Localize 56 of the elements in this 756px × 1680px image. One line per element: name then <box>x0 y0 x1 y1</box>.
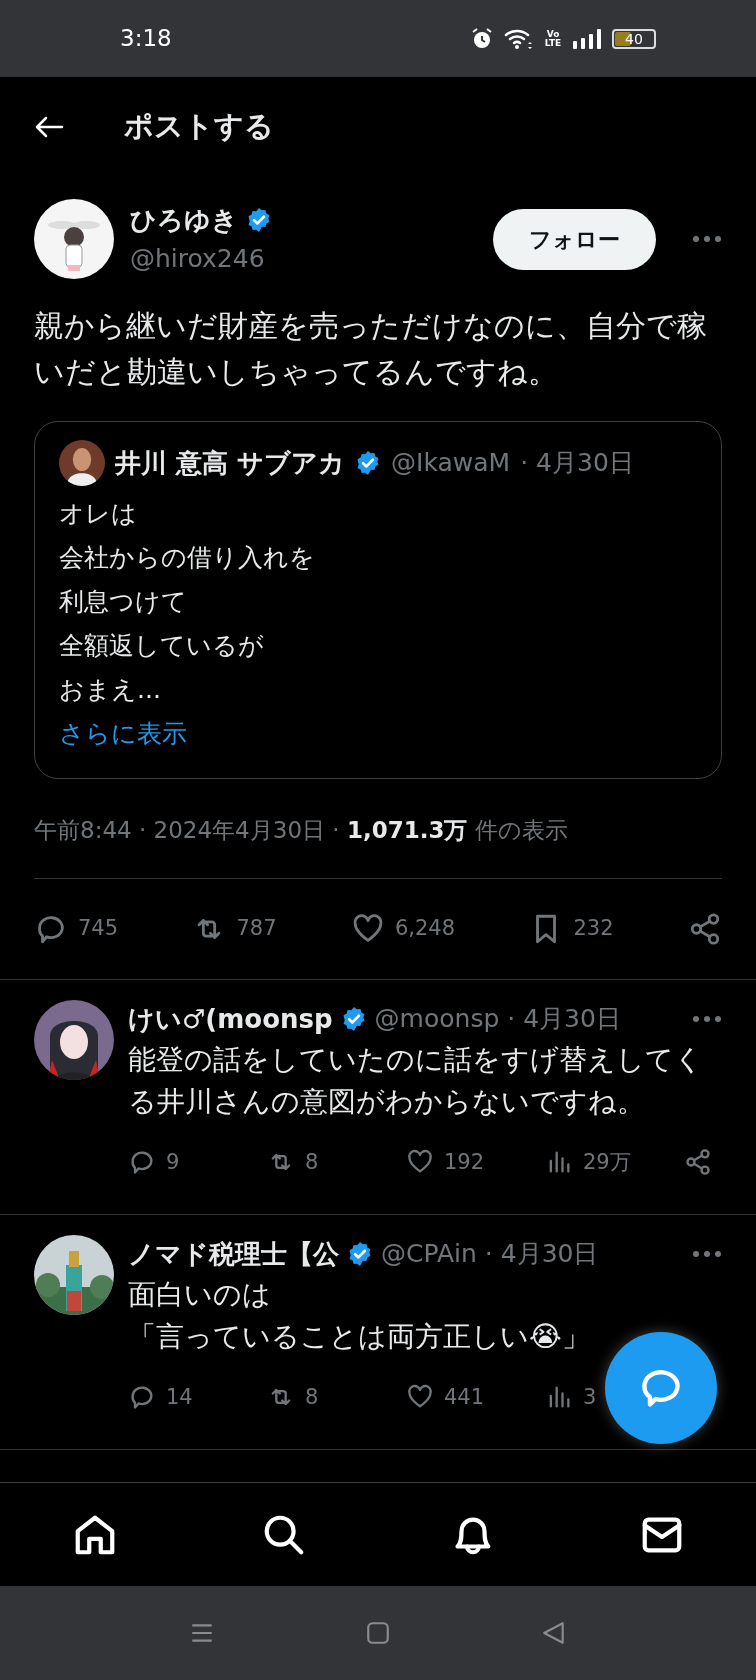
views-button[interactable]: 3 <box>545 1381 597 1413</box>
reply-text-line: 能登の話をしていたのに話をすげ替えしてくる井川さんの意図がわからないですね。 <box>128 1041 704 1120</box>
page-title: ポストする <box>124 108 274 146</box>
post-text: 親から継いだ財産を売っただけなのに、自分で稼いだと勘違いしちゃってるんですね。 <box>34 307 708 391</box>
quoted-post-card[interactable]: 井川 意高 サブアカ @IkawaM · 4月30日 オレは 会社からの借り入れを 利息つけて 全額返しているが おまえ... さらに表示 <box>34 421 722 779</box>
reply-button[interactable]: 745 <box>34 911 119 946</box>
back-arrow-icon <box>34 115 64 140</box>
reply-author-name: けい♂(moonsp <box>128 1002 333 1036</box>
bookmark-button[interactable]: 232 <box>529 911 614 946</box>
repost-button[interactable]: 8 <box>267 1381 406 1413</box>
quoted-author-handle: @IkawaM <box>391 447 511 480</box>
quoted-author-name: 井川 意高 サブアカ <box>115 446 346 480</box>
quoted-post-text-line: オレは <box>59 498 138 530</box>
view-count-label: 件の表示 <box>474 817 568 843</box>
reply-author-handle: @moonsp <box>374 1003 500 1036</box>
reply-text-line: 面白いのは <box>128 1276 272 1313</box>
quoted-post-text-line: 全額返しているが <box>59 630 265 662</box>
back-button[interactable] <box>34 114 64 140</box>
follow-button[interactable]: フォロー <box>493 208 656 270</box>
share-button[interactable] <box>684 1148 712 1177</box>
square-icon <box>365 1620 391 1646</box>
more-icon[interactable] <box>692 235 722 243</box>
reply-button[interactable]: 9 <box>128 1146 267 1178</box>
quoted-post-text-line: 会社からの借り入れを <box>59 542 316 574</box>
reply-author-name: ノマド税理士【公 <box>128 1237 339 1271</box>
alarm-icon <box>470 26 494 51</box>
more-icon[interactable] <box>692 1015 722 1023</box>
reply-text-line: 「言っていることは両方正しい😭」 <box>128 1318 591 1355</box>
clock-time: 3:18 <box>120 24 172 54</box>
show-more-link[interactable]: さらに表示 <box>59 712 187 756</box>
compose-reply-button[interactable] <box>605 1332 717 1444</box>
like-button[interactable]: 441 <box>406 1381 545 1413</box>
like-button[interactable]: 6,248 <box>350 911 456 946</box>
repost-button[interactable]: 787 <box>192 911 277 946</box>
author-handle: @hirox246 <box>130 242 266 275</box>
network-type-label: Vo LTE <box>544 29 562 48</box>
home-nav-button[interactable] <box>365 1620 391 1646</box>
more-icon[interactable] <box>692 1250 722 1258</box>
back-nav-button[interactable] <box>541 1620 567 1646</box>
view-count: 1,071.3万 <box>346 817 468 843</box>
author-name: ひろゆき <box>130 203 238 237</box>
quoted-post-text-line: おまえ... <box>59 674 162 706</box>
triangle-icon <box>541 1620 567 1646</box>
like-button[interactable]: 192 <box>406 1146 545 1178</box>
quoted-post-text-line: 利息つけて <box>59 586 188 618</box>
signal-icon <box>572 27 602 50</box>
battery-icon: 40 <box>612 28 656 49</box>
reply-button[interactable]: 14 <box>128 1381 267 1413</box>
share-icon <box>684 1148 712 1177</box>
post-timestamp: 午前8:44 · 2024年4月30日 · <box>34 817 340 843</box>
repost-button[interactable]: 8 <box>267 1146 406 1178</box>
views-button[interactable]: 29万 <box>545 1146 684 1178</box>
quoted-post-date: · 4月30日 <box>520 447 634 480</box>
reply-date: · 4月30日 <box>484 1238 599 1271</box>
reply-author-handle: @CPAin <box>381 1238 477 1271</box>
reply-date: · 4月30日 <box>507 1003 621 1036</box>
